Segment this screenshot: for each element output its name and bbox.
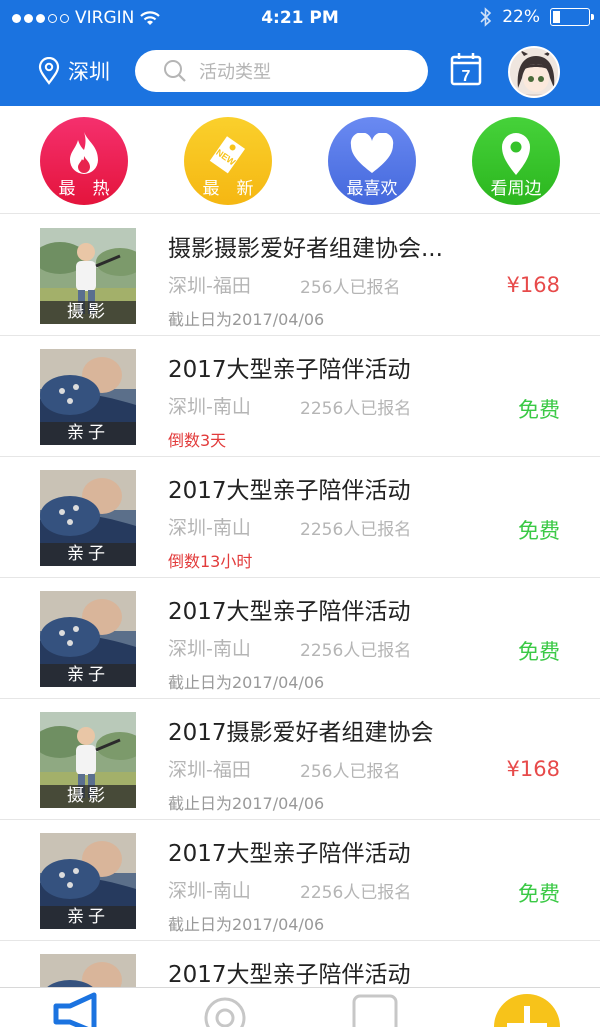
flame-icon xyxy=(40,129,128,179)
event-title: 摄影摄影爱好者组建协会... xyxy=(168,236,443,262)
event-price: ¥168 xyxy=(506,757,560,781)
event-tag: 摄影 xyxy=(40,785,136,808)
megaphone-icon[interactable] xyxy=(52,992,104,1027)
event-title: 2017大型亲子陪伴活动 xyxy=(168,599,411,625)
event-price: 免费 xyxy=(518,882,560,906)
avatar-illustration xyxy=(510,48,558,96)
event-deadline: 截止日为2017/04/06 xyxy=(168,673,325,692)
event-location: 深圳-福田 xyxy=(168,275,251,297)
app-header: VIRGIN 4:21 PM 22% 深圳 活动类型 7 xyxy=(0,0,600,106)
battery-icon xyxy=(550,8,594,26)
new-tag-icon: NEW xyxy=(184,129,272,179)
event-location: 深圳-南山 xyxy=(168,517,251,539)
event-thumbnail: 亲子 xyxy=(40,591,136,687)
bluetooth-icon xyxy=(480,7,492,27)
event-signup-count: 256人已报名 xyxy=(300,278,401,298)
calendar-icon[interactable]: 7 xyxy=(450,52,482,86)
bottom-tab-bar xyxy=(0,987,600,1027)
city-label: 深圳 xyxy=(68,60,110,84)
event-title: 2017大型亲子陪伴活动 xyxy=(168,841,411,867)
category-nearby-label: 看周边 xyxy=(490,179,542,199)
map-pin-icon xyxy=(472,129,560,179)
event-thumbnail: 亲子 xyxy=(40,833,136,929)
event-deadline: 截止日为2017/04/06 xyxy=(168,310,325,329)
event-thumbnail: 摄影 xyxy=(40,228,136,324)
square-icon[interactable] xyxy=(352,992,398,1027)
list-item[interactable]: 摄影 2017摄影爱好者组建协会深圳-福田 256人已报名 ¥168 截止日为2017/… xyxy=(0,699,600,820)
avatar[interactable] xyxy=(508,46,560,98)
event-price: 免费 xyxy=(518,398,560,422)
list-item[interactable]: 亲子 2017大型亲子陪伴活动深圳-南山 2256人已报名 免费截止日为2017/04… xyxy=(0,578,600,699)
search-placeholder: 活动类型 xyxy=(199,62,271,83)
category-new-button[interactable]: NEW 最 新 xyxy=(184,117,272,205)
category-row: 最 热 NEW 最 新 最喜欢 看周边 xyxy=(0,106,600,214)
add-icon[interactable] xyxy=(494,994,560,1027)
event-location: 深圳-南山 xyxy=(168,396,251,418)
event-tag: 亲子 xyxy=(40,906,136,929)
event-signup-count: 2256人已报名 xyxy=(300,641,412,661)
event-deadline: 倒数13小时 xyxy=(168,552,253,571)
event-location: 深圳-南山 xyxy=(168,638,251,660)
event-title: 2017大型亲子陪伴活动 xyxy=(168,357,411,383)
list-item[interactable]: 亲子 2017大型亲子陪伴活动深圳-南山 2256人已报名 免费倒数13小时 xyxy=(0,457,600,578)
event-thumbnail: 亲子 xyxy=(40,349,136,445)
battery-percent: 22% xyxy=(502,7,540,27)
location-pin-icon xyxy=(38,57,60,85)
event-signup-count: 2256人已报名 xyxy=(300,883,412,903)
status-right: 22% xyxy=(480,7,594,27)
list-item[interactable]: 亲子 2017大型亲子陪伴活动深圳-南山 2256人已报名 免费截止日为2017/04… xyxy=(0,820,600,941)
list-item[interactable]: 亲子 2017大型亲子陪伴活动深圳-南山 2256人已报名 免费倒数3天 xyxy=(0,336,600,457)
event-price: ¥168 xyxy=(506,273,560,297)
nav-bar: 深圳 活动类型 7 xyxy=(0,46,600,98)
event-deadline: 倒数3天 xyxy=(168,431,227,450)
event-tag: 亲子 xyxy=(40,543,136,566)
event-deadline: 截止日为2017/04/06 xyxy=(168,794,325,813)
search-input[interactable]: 活动类型 xyxy=(135,50,428,92)
category-hot-label: 最 热 xyxy=(58,179,110,199)
event-tag: 亲子 xyxy=(40,664,136,687)
category-nearby-button[interactable]: 看周边 xyxy=(472,117,560,205)
event-thumbnail: 亲子 xyxy=(40,470,136,566)
category-hot-button[interactable]: 最 热 xyxy=(40,117,128,205)
category-favorite-button[interactable]: 最喜欢 xyxy=(328,117,416,205)
discover-icon[interactable] xyxy=(202,992,248,1027)
category-favorite-label: 最喜欢 xyxy=(346,179,398,199)
event-signup-count: 2256人已报名 xyxy=(300,399,412,419)
battery-fill xyxy=(553,11,560,23)
event-location: 深圳-福田 xyxy=(168,759,251,781)
event-price: 免费 xyxy=(518,640,560,664)
heart-icon xyxy=(328,129,416,179)
event-price: 免费 xyxy=(518,519,560,543)
event-title: 2017大型亲子陪伴活动 xyxy=(168,962,411,988)
event-title: 2017摄影爱好者组建协会 xyxy=(168,720,434,746)
event-tag: 摄影 xyxy=(40,301,136,324)
list-item[interactable]: 摄影 摄影摄影爱好者组建协会... 深圳-福田 256人已报名 ¥168 截止日为2017… xyxy=(0,215,600,336)
event-title: 2017大型亲子陪伴活动 xyxy=(168,478,411,504)
event-deadline: 截止日为2017/04/06 xyxy=(168,915,325,934)
event-thumbnail: 摄影 xyxy=(40,712,136,808)
event-location: 深圳-南山 xyxy=(168,880,251,902)
status-bar: VIRGIN 4:21 PM 22% xyxy=(0,0,600,36)
event-signup-count: 256人已报名 xyxy=(300,762,401,782)
search-icon xyxy=(164,60,186,82)
event-tag: 亲子 xyxy=(40,422,136,445)
category-new-label: 最 新 xyxy=(202,179,254,199)
calendar-day: 7 xyxy=(462,68,471,85)
city-selector[interactable]: 深圳 xyxy=(38,56,110,86)
event-signup-count: 2256人已报名 xyxy=(300,520,412,540)
